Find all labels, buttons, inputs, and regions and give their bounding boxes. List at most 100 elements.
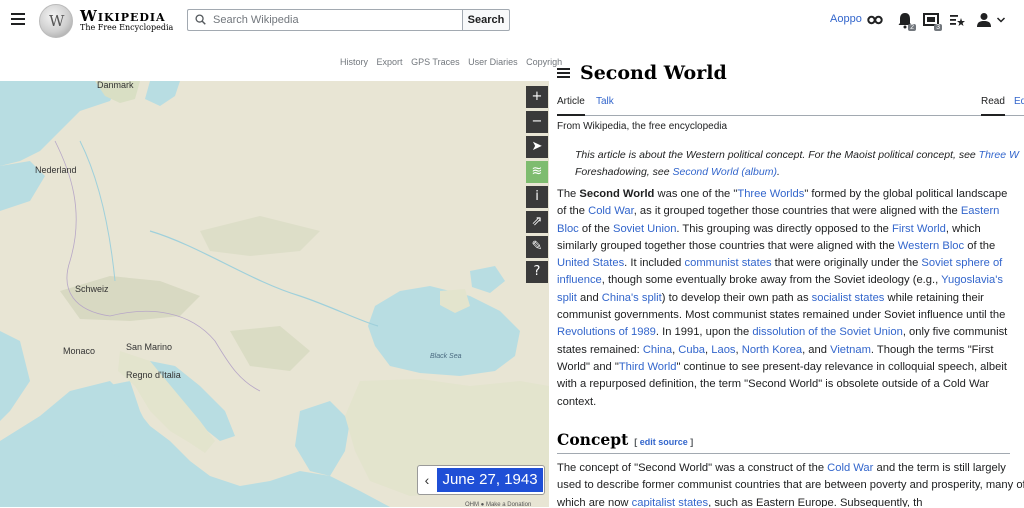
hatnote-link-album[interactable]: Second World (album) bbox=[672, 166, 776, 178]
body-text: , as it grouped together those countries… bbox=[633, 205, 961, 218]
map-label-nederland: Nederland bbox=[35, 165, 77, 175]
article-panel: Second World Article Talk Read Ed From W… bbox=[557, 55, 1024, 507]
article-link[interactable]: Three Worlds bbox=[737, 188, 804, 200]
article-link[interactable]: United States bbox=[557, 257, 624, 269]
body-text: . It included bbox=[624, 257, 685, 270]
article-link[interactable]: Cold War bbox=[827, 462, 873, 474]
article-link[interactable]: socialist states bbox=[812, 292, 885, 304]
lead-paragraph: The Second World was one of the "Three W… bbox=[557, 186, 1012, 411]
notifications-notice-icon[interactable]: 3 bbox=[922, 11, 942, 31]
article-link[interactable]: Cold War bbox=[588, 205, 634, 217]
wikipedia-tagline: The Free Encyclopedia bbox=[80, 23, 174, 32]
map-label-black-sea: Black Sea bbox=[430, 353, 462, 360]
hatnote: This article is about the Western politi… bbox=[575, 147, 1024, 181]
hatnote-link-three-worlds[interactable]: Three W bbox=[979, 149, 1019, 161]
edit-section-link: [ edit source ] bbox=[634, 437, 694, 447]
article-link[interactable]: Soviet Union bbox=[613, 223, 676, 235]
section-divider bbox=[557, 453, 1010, 454]
map-label-danmark: Danmark bbox=[97, 81, 134, 90]
date-prev-button[interactable]: ‹ bbox=[418, 466, 436, 494]
site-header: Wikipedia The Free Encyclopedia Search A… bbox=[0, 0, 1024, 42]
page-title: Second World bbox=[580, 62, 727, 84]
article-link[interactable]: dissolution of the Soviet Union bbox=[752, 326, 903, 338]
article-link[interactable]: North Korea bbox=[742, 344, 802, 356]
export-link[interactable]: Export bbox=[377, 57, 403, 67]
locate-button[interactable]: ➤ bbox=[526, 136, 548, 158]
body-text: was one of the " bbox=[654, 188, 738, 200]
watchlist-star-icon[interactable] bbox=[948, 11, 966, 29]
map-label-schweiz: Schweiz bbox=[75, 284, 109, 294]
article-link[interactable]: Laos bbox=[711, 344, 735, 356]
article-link[interactable]: communist states bbox=[685, 257, 772, 269]
article-link[interactable]: Vietnam bbox=[830, 344, 871, 356]
search-icon bbox=[195, 14, 206, 25]
article-link[interactable]: China bbox=[643, 344, 672, 356]
layers-button[interactable]: ≋ bbox=[526, 161, 548, 183]
chevron-down-icon[interactable] bbox=[996, 11, 1006, 29]
map-label-san-marino: San Marino bbox=[126, 342, 173, 352]
zoom-out-button[interactable]: − bbox=[526, 111, 548, 133]
site-subtitle: From Wikipedia, the free encyclopedia bbox=[557, 121, 728, 132]
body-text: The concept of "Second World" was a cons… bbox=[557, 462, 828, 474]
tab-edit[interactable]: Ed bbox=[1014, 94, 1024, 116]
zoom-in-button[interactable]: + bbox=[526, 86, 548, 108]
concept-paragraph: The concept of "Second World" was a cons… bbox=[557, 460, 1024, 507]
query-button[interactable]: ? bbox=[526, 261, 548, 283]
note-button[interactable]: ✎ bbox=[526, 236, 548, 258]
body-text: , though some eventually broke away from… bbox=[601, 274, 942, 287]
article-link[interactable]: China's split bbox=[602, 292, 662, 304]
bold-term: Second World bbox=[579, 188, 655, 200]
map-terrain bbox=[0, 81, 549, 507]
share-button[interactable]: ⇗ bbox=[526, 211, 548, 233]
main-menu-icon[interactable] bbox=[11, 13, 25, 25]
user-page-link[interactable]: Aoppo bbox=[830, 13, 862, 25]
notifications-alert-icon[interactable]: 2 bbox=[896, 11, 916, 31]
wikipedia-globe-logo[interactable] bbox=[39, 4, 73, 38]
hatnote-text: This article is about the Western politi… bbox=[575, 149, 979, 161]
article-link[interactable]: First World bbox=[892, 223, 946, 235]
section-title: Concept bbox=[557, 430, 629, 449]
date-display[interactable]: June 27, 1943 bbox=[437, 468, 543, 492]
article-link[interactable]: Revolutions of 1989 bbox=[557, 326, 656, 338]
map-label-regno-italia: Regno d'Italia bbox=[126, 370, 181, 380]
notices-count-badge: 3 bbox=[934, 24, 942, 31]
search-form: Search bbox=[187, 9, 510, 31]
user-avatar-icon[interactable] bbox=[975, 11, 993, 29]
body-text: of the bbox=[578, 222, 613, 235]
body-text: . This grouping was directly opposed to … bbox=[676, 222, 893, 235]
article-link[interactable]: Western Bloc bbox=[898, 240, 964, 252]
article-link[interactable]: Third World bbox=[619, 361, 677, 373]
body-text: ) to develop their own path as bbox=[661, 291, 812, 304]
alerts-count-badge: 2 bbox=[908, 24, 916, 31]
map-attribution[interactable]: OHM ● Make a Donation bbox=[465, 502, 531, 508]
body-text: The bbox=[557, 188, 580, 200]
map-toolbar-links: History Export GPS Traces User Diaries C… bbox=[340, 57, 568, 67]
map-controls: + − ➤ ≋ i ⇗ ✎ ? bbox=[526, 86, 548, 286]
watchlist-icon[interactable] bbox=[866, 11, 884, 29]
user-diaries-link[interactable]: User Diaries bbox=[468, 57, 518, 67]
tab-article[interactable]: Article bbox=[557, 94, 585, 116]
gps-traces-link[interactable]: GPS Traces bbox=[411, 57, 460, 67]
article-tabs: Article Talk Read Ed bbox=[557, 94, 1024, 116]
edit-source-link[interactable]: edit source bbox=[640, 437, 688, 447]
body-text: , and bbox=[802, 343, 831, 356]
map-info-button[interactable]: i bbox=[526, 186, 548, 208]
body-text: and bbox=[576, 291, 602, 304]
body-text: of the bbox=[964, 239, 996, 252]
table-of-contents-icon[interactable] bbox=[557, 68, 570, 79]
search-button[interactable]: Search bbox=[462, 9, 510, 31]
history-link[interactable]: History bbox=[340, 57, 368, 67]
search-input[interactable] bbox=[187, 9, 463, 31]
body-text: . In 1991, upon the bbox=[655, 326, 753, 339]
map-label-monaco: Monaco bbox=[63, 346, 96, 356]
historical-map[interactable]: Danmark Nederland Schweiz San Marino Mon… bbox=[0, 81, 549, 507]
tab-read[interactable]: Read bbox=[981, 94, 1005, 116]
body-text: that were originally under the bbox=[771, 257, 922, 270]
article-link[interactable]: Cuba bbox=[678, 344, 705, 356]
section-heading-concept: Concept [ edit source ] bbox=[557, 430, 693, 449]
article-link[interactable]: capitalist states bbox=[632, 497, 708, 507]
tab-talk[interactable]: Talk bbox=[596, 94, 614, 116]
hatnote-period: . bbox=[776, 166, 780, 178]
body-text: , such as Eastern Europe. Subsequently, … bbox=[708, 496, 923, 507]
date-slider-widget: ‹ June 27, 1943 bbox=[417, 465, 545, 495]
